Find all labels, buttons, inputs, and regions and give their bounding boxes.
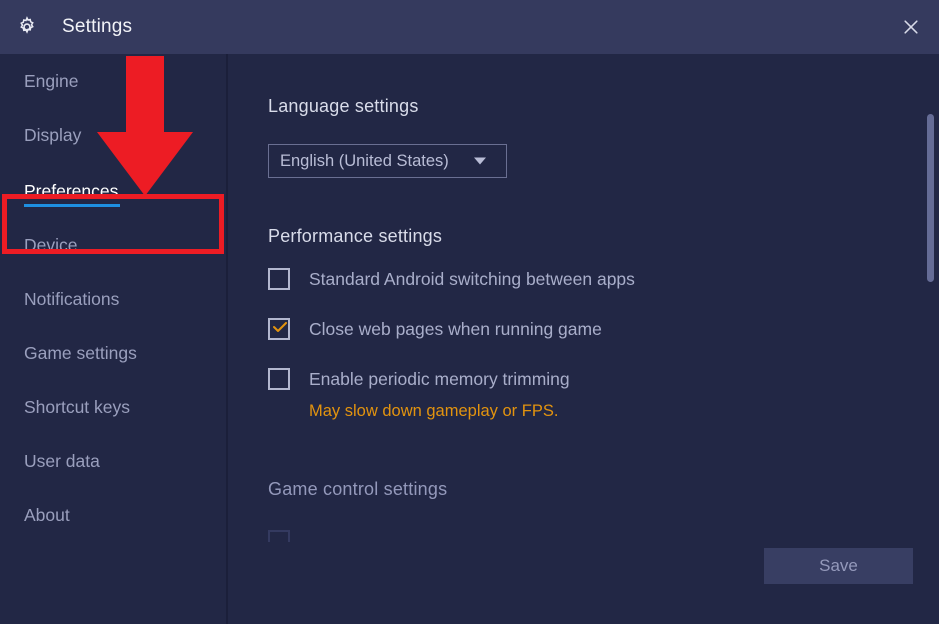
sidebar-item-engine[interactable]: Engine bbox=[0, 54, 227, 108]
sidebar-item-notifications[interactable]: Notifications bbox=[0, 272, 227, 326]
checkbox-label: Close web pages when running game bbox=[309, 318, 602, 339]
close-button[interactable] bbox=[883, 0, 939, 54]
chevron-down-icon bbox=[474, 157, 486, 165]
gear-icon bbox=[16, 16, 38, 38]
sidebar-item-label: Engine bbox=[24, 70, 79, 91]
sidebar-item-label: Display bbox=[24, 124, 82, 145]
sidebar-item-display[interactable]: Display bbox=[0, 108, 227, 162]
sidebar-item-about[interactable]: About bbox=[0, 488, 227, 542]
sidebar: Engine Display Preferences Device Notifi… bbox=[0, 54, 227, 624]
checkbox-clipped-icon[interactable] bbox=[268, 530, 290, 542]
checkbox-row-close-web-pages[interactable]: Close web pages when running game bbox=[268, 318, 602, 340]
save-button[interactable]: Save bbox=[764, 548, 913, 584]
checkbox-unchecked-icon[interactable] bbox=[268, 268, 290, 290]
save-button-label: Save bbox=[819, 556, 858, 575]
memory-trimming-warning-text: May slow down gameplay or FPS. bbox=[309, 402, 559, 420]
sidebar-item-device[interactable]: Device bbox=[0, 218, 227, 272]
sidebar-item-label: Preferences bbox=[24, 180, 119, 201]
sidebar-item-shortcut-keys[interactable]: Shortcut keys bbox=[0, 380, 227, 434]
performance-settings-heading: Performance settings bbox=[268, 226, 443, 246]
checkbox-row-standard-android-switching[interactable]: Standard Android switching between apps bbox=[268, 268, 635, 290]
sidebar-item-label: Device bbox=[24, 234, 78, 255]
checkbox-label: Standard Android switching between apps bbox=[309, 268, 635, 289]
sidebar-item-game-settings[interactable]: Game settings bbox=[0, 326, 227, 380]
checkbox-row-periodic-memory-trimming[interactable]: Enable periodic memory trimming bbox=[268, 368, 570, 390]
close-icon bbox=[904, 20, 918, 34]
sidebar-item-label: User data bbox=[24, 450, 100, 471]
sidebar-item-user-data[interactable]: User data bbox=[0, 434, 227, 488]
active-underline bbox=[24, 204, 120, 207]
language-settings-heading: Language settings bbox=[268, 96, 419, 116]
sidebar-item-label: Game settings bbox=[24, 342, 137, 363]
window-title: Settings bbox=[62, 16, 133, 37]
settings-content-panel: Language settings English (United States… bbox=[228, 54, 939, 624]
sidebar-item-label: Notifications bbox=[24, 288, 120, 309]
checkbox-checked-icon[interactable] bbox=[268, 318, 290, 340]
title-bar: Settings bbox=[0, 0, 939, 54]
scrollbar-track[interactable] bbox=[927, 56, 937, 622]
sidebar-item-label: About bbox=[24, 504, 70, 525]
language-select-value: English (United States) bbox=[280, 151, 449, 170]
language-select[interactable]: English (United States) bbox=[268, 144, 507, 178]
checkbox-unchecked-icon[interactable] bbox=[268, 368, 290, 390]
settings-window: Settings Engine Display Preferences Devi… bbox=[0, 0, 939, 624]
checkbox-label: Enable periodic memory trimming bbox=[309, 368, 570, 389]
scrollbar-thumb[interactable] bbox=[927, 114, 934, 282]
game-control-settings-heading: Game control settings bbox=[268, 479, 448, 499]
sidebar-item-preferences[interactable]: Preferences bbox=[0, 164, 227, 218]
sidebar-item-label: Shortcut keys bbox=[24, 396, 131, 417]
